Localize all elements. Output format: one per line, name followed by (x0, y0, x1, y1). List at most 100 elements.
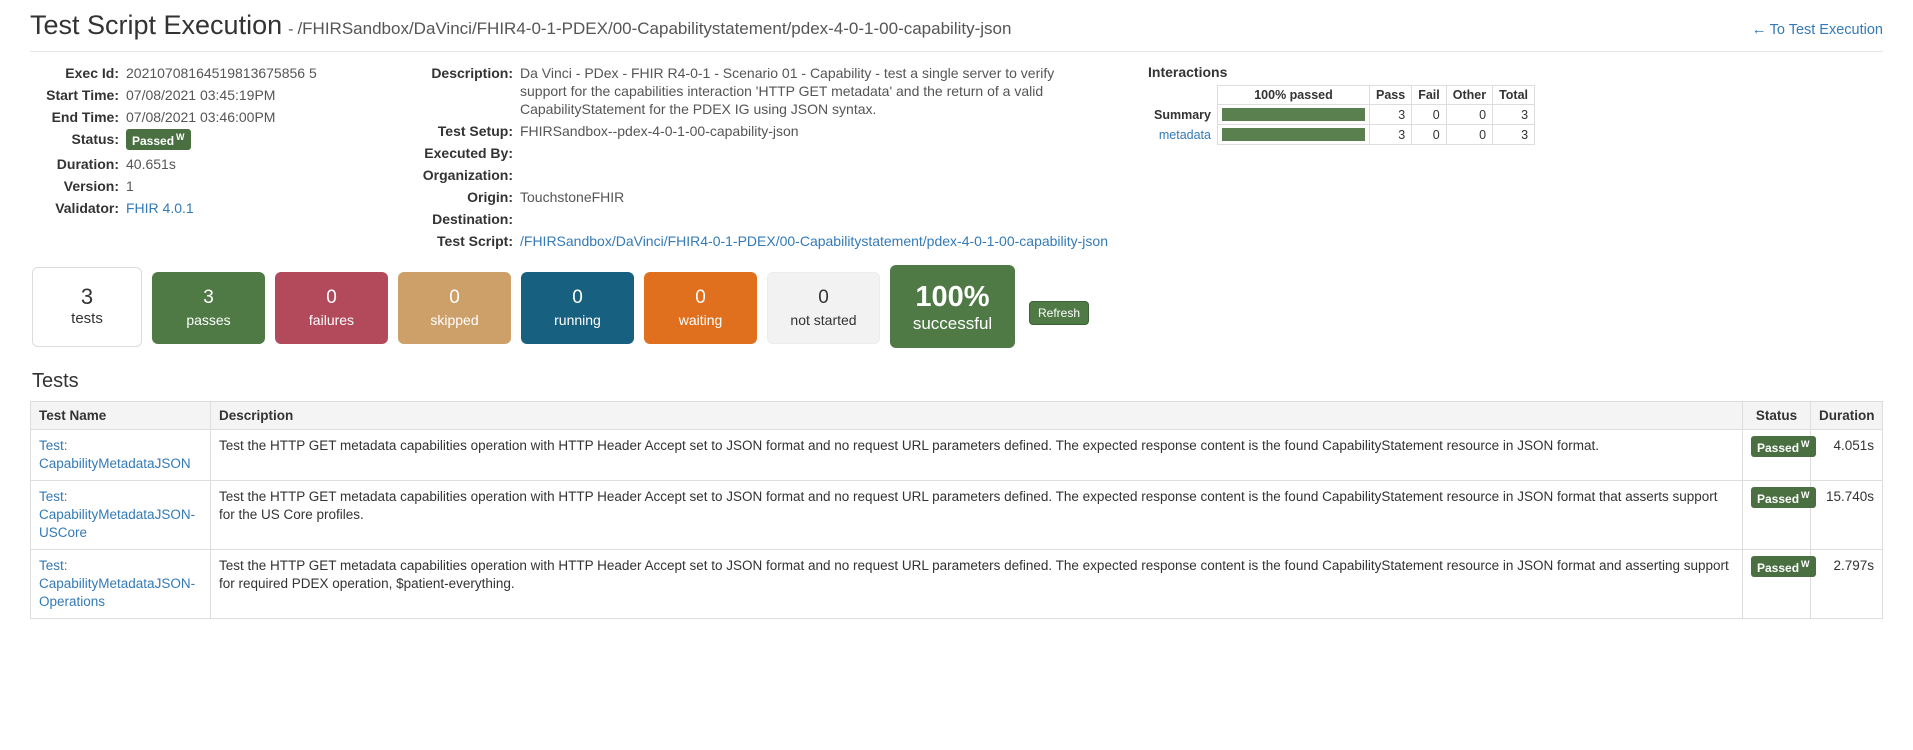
stat-number: 100% (915, 280, 990, 313)
stat-number: 3 (80, 284, 94, 309)
field-value: 07/08/2021 03:45:19PM (126, 87, 276, 103)
status-badge-label: Passed (1757, 492, 1800, 506)
interactions-row-link-metadata[interactable]: metadata (1148, 125, 1217, 145)
execution-details-mid: Description: Da Vinci - PDex - FHIR R4-0… (420, 64, 1120, 254)
field-value: 40.651s (126, 156, 176, 172)
field-label: Version: (63, 178, 119, 194)
test-name-prefix-link[interactable]: Test: (39, 437, 202, 455)
field-start-time: Start Time: 07/08/2021 03:45:19PM (30, 86, 410, 104)
interactions-total: 3 (1492, 124, 1536, 145)
stat-box-passes[interactable]: 3 passes (152, 272, 265, 344)
interactions-pass: 3 (1368, 104, 1413, 125)
field-value: TouchstoneFHIR (520, 189, 625, 205)
validator-link[interactable]: FHIR 4.0.1 (126, 199, 194, 217)
interactions-fail: 0 (1411, 104, 1447, 125)
stat-box-tests[interactable]: 3 tests (32, 267, 142, 347)
stat-box-running[interactable]: 0 running (521, 272, 634, 344)
stats-row: 3 tests 3 passes 0 failures 0 skipped 0 … (32, 265, 1883, 348)
cell-test-name: Test: CapabilityMetadataJSON-Operations (30, 549, 211, 619)
interactions-other: 0 (1445, 124, 1494, 145)
field-test-script: Test Script: /FHIRSandbox/DaVinci/FHIR4-… (420, 232, 1120, 250)
cell-duration: 4.051s (1810, 429, 1883, 481)
tests-col-duration[interactable]: Duration (1810, 401, 1883, 430)
cell-description: Test the HTTP GET metadata capabilities … (210, 480, 1743, 550)
test-name-link[interactable]: CapabilityMetadataJSON-Operations (39, 575, 202, 611)
stat-number: 0 (818, 287, 829, 308)
interactions-total: 3 (1492, 104, 1536, 125)
status-badge-label: Passed (1757, 441, 1800, 455)
stat-box-skipped[interactable]: 0 skipped (398, 272, 511, 344)
field-version: Version: 1 (30, 177, 410, 195)
interactions-other: 0 (1445, 104, 1494, 125)
field-origin: Origin: TouchstoneFHIR (420, 188, 1120, 206)
stat-number: 0 (449, 287, 460, 308)
field-destination: Destination: (420, 210, 1120, 228)
page-title: Test Script Execution (30, 10, 283, 40)
field-label: Status: (71, 131, 119, 147)
refresh-button[interactable]: Refresh (1029, 301, 1090, 325)
status-badge-sup: W (176, 132, 185, 142)
stat-box-waiting[interactable]: 0 waiting (644, 272, 757, 344)
field-value: 20210708164519813675856 5 (126, 65, 317, 81)
interactions-panel: Interactions 100% passed Pass Fail Other… (1120, 64, 1883, 145)
tests-col-name[interactable]: Test Name (30, 401, 211, 430)
interactions-col-other: Other (1445, 85, 1494, 105)
tests-col-description[interactable]: Description (210, 401, 1743, 430)
status-badge-label: Passed (132, 134, 175, 148)
field-value: 07/08/2021 03:46:00PM (126, 109, 276, 125)
interactions-row-label: Summary (1154, 107, 1211, 122)
status-badge-sup: W (1801, 559, 1810, 569)
cell-test-name: Test: CapabilityMetadataJSON (30, 429, 211, 481)
execution-details-left: Exec Id: 20210708164519813675856 5 Start… (30, 64, 410, 221)
status-badge-label: Passed (1757, 561, 1800, 575)
interactions-row-metadata: metadata 3 0 0 3 (1148, 124, 1536, 145)
field-label: Test Script: (437, 233, 513, 249)
cell-duration: 2.797s (1810, 549, 1883, 619)
table-row: Test: CapabilityMetadataJSON-Operations … (30, 549, 1883, 619)
stat-box-failures[interactable]: 0 failures (275, 272, 388, 344)
field-label: Exec Id: (65, 65, 119, 81)
stat-label: tests (71, 310, 103, 327)
test-name-link[interactable]: CapabilityMetadataJSON (39, 455, 202, 473)
field-duration: Duration: 40.651s (30, 155, 410, 173)
progress-fill (1221, 128, 1365, 141)
summary-region: Exec Id: 20210708164519813675856 5 Start… (30, 52, 1883, 254)
tests-heading: Tests (32, 370, 79, 392)
interactions-col-pass: Pass (1368, 85, 1413, 105)
status-badge: Passed W (1751, 556, 1816, 577)
status-badge: Passed W (1751, 436, 1816, 457)
status-badge: Passed W (126, 129, 191, 150)
interactions-title: Interactions (1148, 64, 1228, 80)
stat-label: skipped (430, 312, 479, 328)
stat-number: 0 (695, 287, 706, 308)
field-label: Destination: (432, 211, 513, 227)
interactions-fail: 0 (1411, 124, 1447, 145)
field-end-time: End Time: 07/08/2021 03:46:00PM (30, 108, 410, 126)
cell-status: Passed W (1742, 429, 1816, 481)
test-script-link[interactable]: /FHIRSandbox/DaVinci/FHIR4-0-1-PDEX/00-C… (520, 232, 1108, 250)
tests-col-status[interactable]: Status (1742, 401, 1811, 430)
field-label: End Time: (51, 109, 119, 125)
table-row: Test: CapabilityMetadataJSON Test the HT… (30, 429, 1883, 481)
interactions-col-total: Total (1492, 85, 1536, 105)
progress-fill (1221, 108, 1365, 121)
field-label: Test Setup: (437, 123, 513, 139)
status-badge-sup: W (1801, 439, 1810, 449)
cell-status: Passed W (1742, 549, 1816, 619)
field-exec-id: Exec Id: 20210708164519813675856 5 (30, 64, 410, 82)
field-test-setup: Test Setup: FHIRSandbox--pdex-4-0-1-00-c… (420, 122, 1120, 140)
stat-number: 0 (326, 287, 337, 308)
interactions-pass: 3 (1368, 124, 1413, 145)
page-root: Test Script Execution - /FHIRSandbox/DaV… (0, 0, 1913, 619)
field-value: FHIRSandbox--pdex-4-0-1-00-capability-js… (520, 123, 799, 139)
stat-box-not-started[interactable]: 0 not started (767, 272, 880, 344)
test-name-prefix-link[interactable]: Test: (39, 557, 202, 575)
field-label: Validator: (55, 200, 119, 216)
to-test-execution-label: To Test Execution (1769, 22, 1883, 38)
progress-track (1221, 128, 1365, 141)
to-test-execution-link[interactable]: ← To Test Execution (1752, 21, 1883, 38)
test-name-prefix-link[interactable]: Test: (39, 488, 202, 506)
test-name-link[interactable]: CapabilityMetadataJSON-USCore (39, 506, 202, 542)
stat-box-successful[interactable]: 100% successful (890, 265, 1015, 348)
field-value: Da Vinci - PDex - FHIR R4-0-1 - Scenario… (520, 65, 1055, 117)
